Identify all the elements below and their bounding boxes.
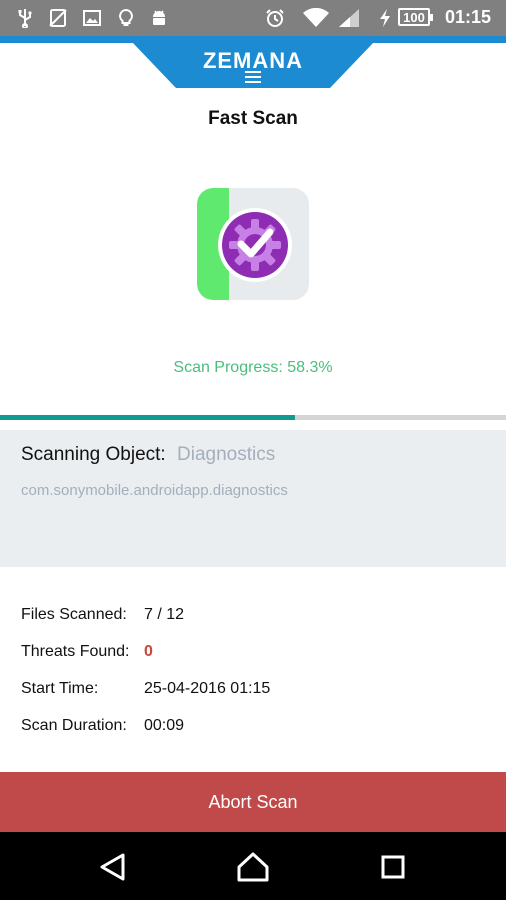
- scan-duration-value: 00:09: [144, 717, 185, 734]
- page-title: Fast Scan: [208, 108, 298, 129]
- files-scanned-label: Files Scanned:: [21, 606, 127, 623]
- navigation-bar: [0, 832, 506, 900]
- status-bar: 100 01:15: [0, 0, 506, 36]
- abort-scan-button[interactable]: Abort Scan: [0, 772, 506, 832]
- alarm-icon: [266, 9, 284, 27]
- start-time-label: Start Time:: [21, 680, 99, 697]
- battery-icon: 100: [398, 8, 433, 26]
- wifi-icon: [303, 8, 329, 27]
- start-time-value: 25-04-2016 01:15: [144, 680, 271, 697]
- scanning-object-panel: Scanning Object: Diagnostics com.sonymob…: [0, 430, 506, 567]
- hamburger-menu-icon[interactable]: [245, 71, 261, 83]
- no-sim-icon: [49, 9, 67, 27]
- scan-progress-bar: [0, 415, 506, 420]
- diagnostics-icon: [218, 208, 292, 282]
- scan-duration-label: Scan Duration:: [21, 717, 127, 734]
- threats-found-label: Threats Found:: [21, 643, 130, 660]
- image-icon: [83, 10, 101, 26]
- charging-icon: [380, 9, 390, 27]
- lightbulb-icon: [119, 8, 133, 26]
- scanning-object-value: Diagnostics: [177, 444, 276, 465]
- signal-icon: [339, 9, 359, 27]
- recent-apps-icon[interactable]: [376, 850, 410, 884]
- home-icon[interactable]: [236, 850, 270, 884]
- status-time: 01:15: [445, 7, 492, 27]
- scanning-object-label: Scanning Object:: [21, 444, 166, 465]
- scanning-object-package: com.sonymobile.androidapp.diagnostics: [21, 482, 288, 499]
- scan-progress-fill: [0, 415, 295, 420]
- android-icon: [153, 10, 165, 25]
- scanned-app-icon: [197, 188, 309, 300]
- scan-progress-text: Scan Progress: 58.3%: [173, 359, 333, 376]
- threats-found-value: 0: [144, 643, 153, 660]
- files-scanned-value: 7 / 12: [144, 606, 185, 623]
- usb-icon: [18, 9, 32, 28]
- back-icon[interactable]: [96, 850, 130, 884]
